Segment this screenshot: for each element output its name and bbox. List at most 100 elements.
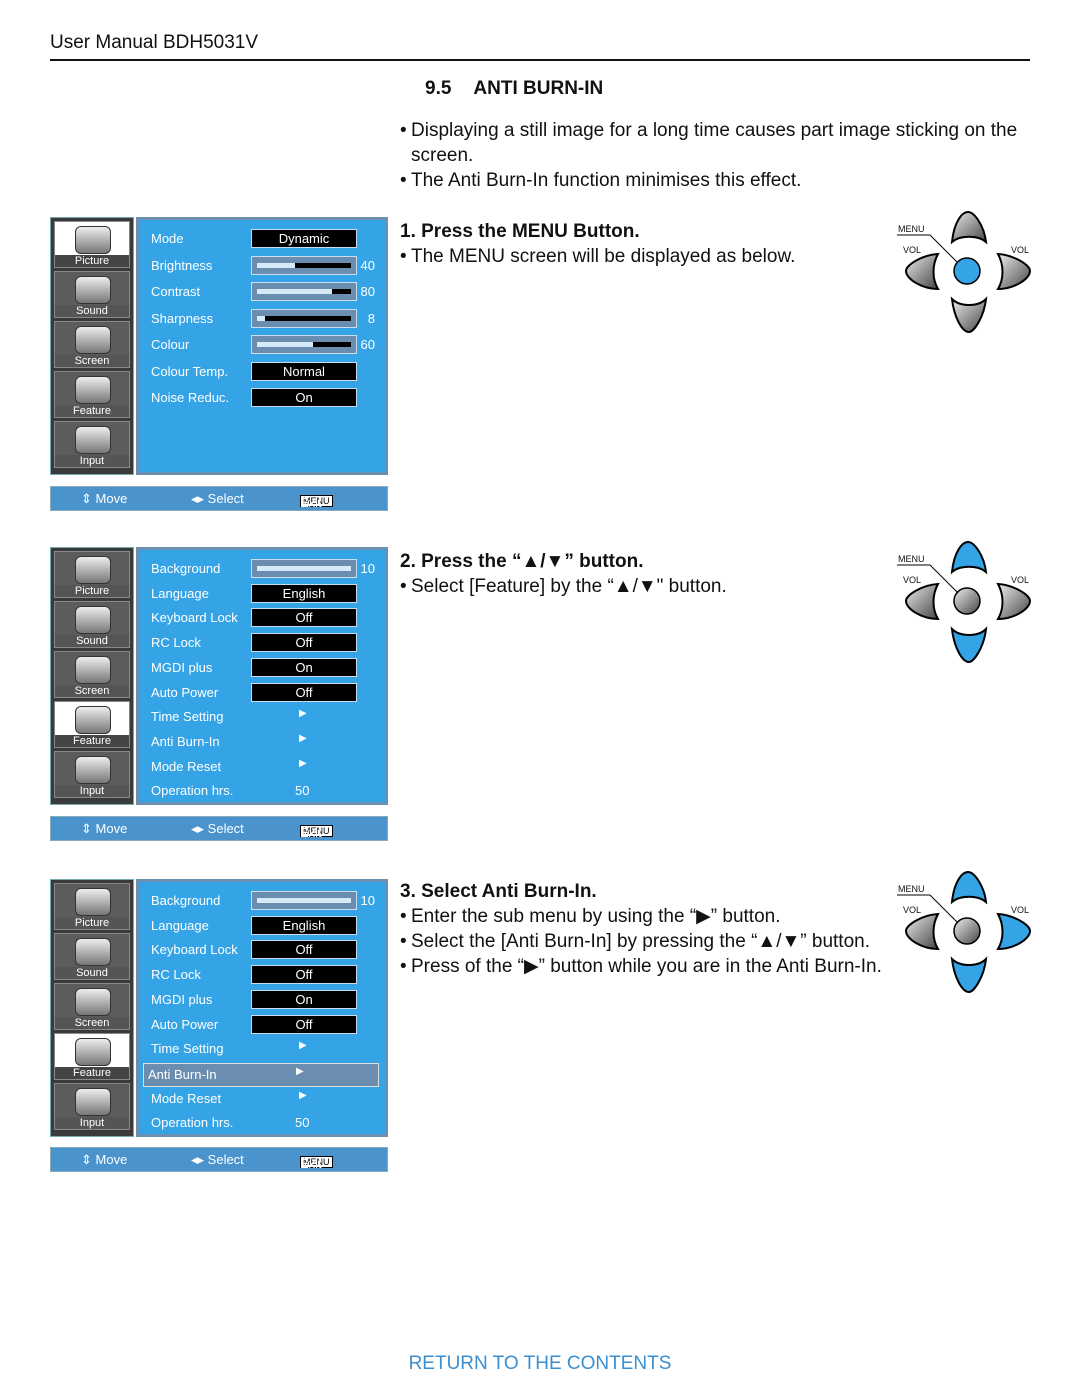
menu-row-mode[interactable]: Mode Dynamic — [147, 228, 379, 250]
menu-row-anti-burn-in[interactable]: Anti Burn-In ▶ — [147, 731, 379, 753]
slider-value: 8 — [367, 310, 375, 326]
sidebar-item-feature[interactable]: Feature — [54, 1033, 130, 1080]
menu-row-label: Mode — [151, 231, 184, 246]
menu-row-brightness[interactable]: Brightness 40 — [147, 255, 379, 277]
return-to-contents-link[interactable]: RETURN TO THE CONTENTS — [0, 1353, 1080, 1375]
sidebar-item-picture[interactable]: Picture — [54, 551, 130, 598]
sidebar-item-label: Picture — [55, 585, 129, 597]
menu-row-value[interactable]: Off — [251, 1014, 357, 1034]
sidebar-item-screen[interactable]: Screen — [54, 321, 130, 368]
sidebar-item-sound[interactable]: Sound — [54, 933, 130, 980]
menu-row-rc-lock[interactable]: RC Lock Off — [147, 964, 379, 986]
sidebar-item-screen[interactable]: Screen — [54, 651, 130, 698]
menu-row-value[interactable]: Normal — [251, 361, 357, 381]
menu-row-sharpness[interactable]: Sharpness 8 — [147, 308, 379, 330]
sidebar-item-picture[interactable]: Picture — [54, 883, 130, 930]
menu-row-anti-burn-in[interactable]: Anti Burn-In ▶ — [143, 1062, 379, 1087]
menu-row-operation-hrs[interactable]: Operation hrs. 50 — [147, 1112, 379, 1134]
menu-row-contrast[interactable]: Contrast 80 — [147, 281, 379, 303]
vol-right-button[interactable] — [996, 912, 1032, 951]
menu-row-value[interactable]: English — [251, 583, 357, 603]
menu-row-colour-temp[interactable]: Colour Temp. Normal — [147, 361, 379, 383]
down-button[interactable] — [950, 626, 988, 664]
sidebar-item-screen[interactable]: Screen — [54, 983, 130, 1030]
down-button[interactable] — [950, 296, 988, 334]
level-slider[interactable] — [251, 891, 357, 910]
remote-vol-left-label: VOL — [903, 905, 922, 915]
menu-row-colour[interactable]: Colour 60 — [147, 334, 379, 356]
menu-row-mode-reset[interactable]: Mode Reset ▶ — [147, 756, 379, 778]
menu-row-background[interactable]: Background 10 — [147, 890, 379, 912]
menu-row-mgdi-plus[interactable]: MGDI plus On — [147, 657, 379, 679]
slider-value: 60 — [360, 337, 375, 352]
down-button[interactable] — [950, 956, 988, 994]
menu-row-language[interactable]: Language English — [147, 915, 379, 937]
vol-right-button[interactable] — [996, 582, 1032, 621]
up-button[interactable] — [950, 540, 988, 575]
sidebar-item-label: Picture — [55, 255, 129, 267]
menu-row-keyboard-lock[interactable]: Keyboard Lock Off — [147, 939, 379, 961]
menu-row-auto-power[interactable]: Auto Power Off — [147, 1014, 379, 1036]
menu-row-value[interactable]: English — [251, 915, 357, 935]
sidebar-item-sound[interactable]: Sound — [54, 271, 130, 318]
menu-row-auto-power[interactable]: Auto Power Off — [147, 682, 379, 704]
screen-icon — [75, 326, 111, 354]
sidebar-item-label: Screen — [55, 685, 129, 697]
menu-row-rc-lock[interactable]: RC Lock Off — [147, 632, 379, 654]
menu-row-value[interactable]: On — [251, 657, 357, 677]
slider-value: 80 — [360, 284, 375, 299]
osd-menu-options: Background 10 Language English Keyboard Lock… — [136, 879, 388, 1137]
menu-row-value[interactable]: Off — [251, 965, 357, 985]
level-slider[interactable] — [251, 335, 357, 354]
slider-fill — [257, 898, 351, 903]
sidebar-item-picture[interactable]: Picture — [54, 221, 130, 268]
osd-menu-panel: Picture Sound Screen Feature Input Mode Dynami… — [50, 217, 388, 475]
exit-label: Exit — [300, 825, 322, 840]
menu-row-value[interactable]: Off — [251, 682, 357, 702]
level-slider[interactable] — [251, 559, 357, 578]
menu-row-operation-hrs[interactable]: Operation hrs. 50 — [147, 780, 379, 802]
sidebar-item-feature[interactable]: Feature — [54, 371, 130, 418]
menu-row-time-setting[interactable]: Time Setting ▶ — [147, 706, 379, 728]
menu-row-background[interactable]: Background 10 — [147, 558, 379, 580]
level-slider[interactable] — [251, 308, 357, 328]
menu-row-mode-reset[interactable]: Mode Reset ▶ — [147, 1088, 379, 1110]
menu-row-label: Anti Burn-In — [151, 733, 220, 749]
vol-left-button[interactable] — [904, 912, 940, 951]
menu-row-mgdi-plus[interactable]: MGDI plus On — [147, 989, 379, 1011]
sidebar-item-label: Sound — [55, 305, 129, 317]
sidebar-item-input[interactable]: Input — [54, 1083, 130, 1130]
move-hint: ⇕ Move — [81, 491, 128, 506]
intro-bullet: The Anti Burn-In function minimises this… — [400, 168, 1025, 193]
menu-row-noise-reduc[interactable]: Noise Reduc. On — [147, 387, 379, 409]
menu-row-time-setting[interactable]: Time Setting ▶ — [147, 1038, 379, 1060]
input-icon — [75, 756, 111, 784]
up-button[interactable] — [950, 210, 988, 245]
menu-row-value[interactable]: Off — [251, 633, 357, 653]
menu-row-language[interactable]: Language English — [147, 583, 379, 605]
sidebar-item-input[interactable]: Input — [54, 421, 130, 468]
remote-control-diagram: MENU VOL VOL — [892, 207, 1042, 342]
level-slider[interactable] — [251, 282, 357, 301]
sidebar-item-feature[interactable]: Feature — [54, 701, 130, 748]
sidebar-item-input[interactable]: Input — [54, 751, 130, 798]
osd-sidebar: Picture Sound Screen Feature Input — [50, 547, 134, 805]
menu-row-value[interactable]: Off — [251, 940, 357, 960]
menu-row-value[interactable]: On — [251, 989, 357, 1009]
vol-left-button[interactable] — [904, 582, 940, 621]
menu-row-value[interactable]: Off — [251, 608, 357, 628]
menu-center-button[interactable] — [953, 917, 981, 945]
vol-left-button[interactable] — [904, 252, 940, 291]
vol-right-button[interactable] — [996, 252, 1032, 291]
menu-center-button[interactable] — [953, 257, 981, 285]
menu-row-value[interactable]: Dynamic — [251, 229, 357, 248]
page: User Manual BDH5031V 9.5 ANTI BURN-IN Dis… — [0, 0, 1080, 1397]
up-button[interactable] — [950, 870, 988, 905]
submenu-arrow-icon: ▶ — [299, 708, 307, 720]
menu-row-keyboard-lock[interactable]: Keyboard Lock Off — [147, 607, 379, 629]
level-slider[interactable] — [251, 255, 357, 275]
menu-row-value[interactable]: On — [251, 388, 357, 407]
sidebar-item-sound[interactable]: Sound — [54, 601, 130, 648]
submenu-arrow-icon: ▶ — [299, 732, 307, 744]
menu-center-button[interactable] — [953, 587, 981, 615]
